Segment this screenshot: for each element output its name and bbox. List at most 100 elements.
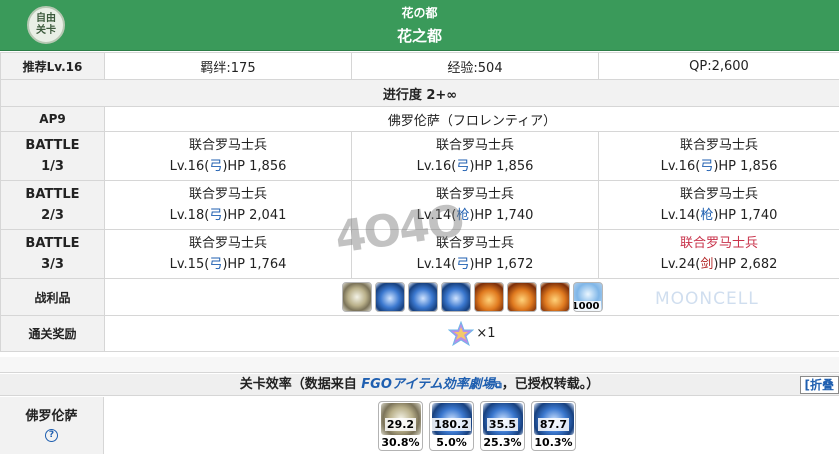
battle-row: BATTLE 3/3 联合罗马士兵 Lv.15(弓)HP 1,764 联合罗马士… <box>0 229 839 279</box>
enemy-class-link[interactable]: 弓 <box>209 257 222 272</box>
battle-label-top: BATTLE <box>25 138 80 153</box>
enemy-stats: Lv.16(弓)HP 1,856 <box>599 156 839 177</box>
enemy-level: Lv.24( <box>660 257 701 272</box>
enemy-hp: )HP 1,856 <box>222 159 287 174</box>
qp-count: 1000 <box>572 301 601 312</box>
clear-reward-row: 通关奖励 ×1 <box>0 315 839 352</box>
progress-row: 进行度 2+∞ <box>0 79 839 107</box>
enemy-level: Lv.14( <box>416 257 457 272</box>
enemy-level: Lv.14( <box>660 208 701 223</box>
saint-quartz-icon[interactable] <box>448 320 475 347</box>
disk-icon[interactable] <box>341 282 372 312</box>
enemy-level: Lv.14( <box>416 208 457 223</box>
enemy-stats: Lv.18(弓)HP 2,041 <box>105 205 351 226</box>
location-name: 佛罗伦萨（フロレンティア） <box>104 106 839 132</box>
battle-label: BATTLE 2/3 <box>0 180 105 230</box>
enemy-cell: 联合罗马士兵 Lv.14(枪)HP 1,740 <box>598 180 839 230</box>
enemy-stats: Lv.14(枪)HP 1,740 <box>599 205 839 226</box>
enemy-hp: )HP 1,856 <box>713 159 778 174</box>
efficiency-card[interactable]: 87.7 10.3% <box>531 401 576 451</box>
enemy-stats: Lv.14(弓)HP 1,672 <box>352 254 598 275</box>
enemy-cell: 联合罗马士兵 Lv.16(弓)HP 1,856 <box>104 131 352 181</box>
enemy-name: 联合罗马士兵 <box>679 187 758 202</box>
enemy-cell: 联合罗马士兵 Lv.24(剑)HP 2,682 <box>598 229 839 279</box>
efficiency-card[interactable]: 29.2 30.8% <box>378 401 423 451</box>
enemy-class-link[interactable]: 枪 <box>456 208 469 223</box>
efficiency-source-link[interactable]: FGOアイテム効率劇場 <box>361 377 494 392</box>
quest-subtitle: 花の都 <box>401 6 438 20</box>
enemy-class-link[interactable]: 剑 <box>700 257 713 272</box>
efficiency-location: 佛罗伦萨 ? <box>0 397 104 454</box>
enemy-hp: )HP 1,740 <box>713 208 778 223</box>
loot-list: 1000 <box>105 282 839 312</box>
battle-label-top: BATTLE <box>25 187 80 202</box>
enemy-class-link[interactable]: 弓 <box>700 159 713 174</box>
enemy-level: Lv.16( <box>169 159 210 174</box>
battle-label-wave: 2/3 <box>41 208 64 223</box>
enemy-class-link[interactable]: 枪 <box>700 208 713 223</box>
quest-title: 花之都 <box>396 27 442 45</box>
enemy-level: Lv.16( <box>416 159 457 174</box>
ap-row: AP9 佛罗伦萨（フロレンティア） <box>0 106 839 132</box>
external-link-icon: ⧉ <box>494 380 502 391</box>
enemy-cell: 联合罗马士兵 Lv.14(弓)HP 1,672 <box>351 229 599 279</box>
enemy-stats: Lv.16(弓)HP 1,856 <box>105 156 351 177</box>
clear-reward-count: ×1 <box>476 326 496 341</box>
quest-header: 自由 关卡 花の都 花之都 <box>0 0 839 51</box>
clear-reward-label: 通关奖励 <box>0 315 105 352</box>
battle-label: BATTLE 1/3 <box>0 131 105 181</box>
enemy-class-link[interactable]: 弓 <box>456 159 469 174</box>
battle-label: BATTLE 3/3 <box>0 229 105 279</box>
ap-cost: AP9 <box>0 106 105 132</box>
enemy-name: 联合罗马士兵 <box>435 236 514 251</box>
enemy-class-link[interactable]: 弓 <box>209 159 222 174</box>
loot-label: 战利品 <box>0 278 105 316</box>
enemy-cell: 联合罗马士兵 Lv.14(枪)HP 1,740 <box>351 180 599 230</box>
enemy-hp: )HP 2,682 <box>713 257 778 272</box>
enemy-hp: )HP 1,856 <box>469 159 534 174</box>
enemy-stats: Lv.24(剑)HP 2,682 <box>599 254 839 275</box>
enemy-stats: Lv.14(枪)HP 1,740 <box>352 205 598 226</box>
enemy-cell: 联合罗马士兵 Lv.16(弓)HP 1,856 <box>351 131 599 181</box>
battle-row: BATTLE 2/3 联合罗马士兵 Lv.18(弓)HP 2,041 联合罗马士… <box>0 180 839 230</box>
fire-icon[interactable] <box>473 282 504 312</box>
enemy-name: 联合罗马士兵 <box>435 138 514 153</box>
recommend-row: 推荐Lv.16 羁绊:175 经验:504 QP:2,600 <box>0 52 839 80</box>
battle-label-wave: 1/3 <box>41 159 64 174</box>
bond-value: 羁绊:175 <box>104 52 352 80</box>
efficiency-card[interactable]: 180.2 5.0% <box>429 401 474 451</box>
battle-label-wave: 3/3 <box>41 257 64 272</box>
blue-gem-icon[interactable] <box>407 282 438 312</box>
help-icon[interactable]: ? <box>45 429 58 442</box>
efficiency-card[interactable]: 35.5 25.3% <box>480 401 525 451</box>
drop-rate: 25.3% <box>483 436 522 449</box>
battle-label-top: BATTLE <box>25 236 80 251</box>
drop-rate: 5.0% <box>436 436 467 449</box>
crystal-icon[interactable]: 1000 <box>572 282 603 312</box>
enemy-stats: Lv.15(弓)HP 1,764 <box>105 254 351 275</box>
ap-per-drop: 29.2 <box>384 418 417 431</box>
enemy-name: 联合罗马士兵 <box>188 138 267 153</box>
fire-icon[interactable] <box>506 282 537 312</box>
progress-label: 进行度 2+∞ <box>0 79 839 107</box>
enemy-name-highlighted: 联合罗马士兵 <box>679 236 758 251</box>
enemy-cell: 联合罗马士兵 Lv.18(弓)HP 2,041 <box>104 180 352 230</box>
enemy-name: 联合罗马士兵 <box>679 138 758 153</box>
enemy-hp: )HP 2,041 <box>222 208 287 223</box>
efficiency-items: 29.2 30.8% 180.2 5.0% 35.5 25.3% 87.7 10… <box>378 401 576 451</box>
enemy-hp: )HP 1,764 <box>222 257 287 272</box>
efficiency-title-suffix: ，已授权转载。） <box>501 377 600 392</box>
blue-gem-icon[interactable] <box>374 282 405 312</box>
enemy-hp: )HP 1,672 <box>469 257 534 272</box>
enemy-level: Lv.18( <box>169 208 210 223</box>
ap-per-drop: 180.2 <box>432 418 471 431</box>
battle-row: BATTLE 1/3 联合罗马士兵 Lv.16(弓)HP 1,856 联合罗马士… <box>0 131 839 181</box>
enemy-class-link[interactable]: 弓 <box>456 257 469 272</box>
fire-icon[interactable] <box>539 282 570 312</box>
enemy-class-link[interactable]: 弓 <box>209 208 222 223</box>
recommend-level: 推荐Lv.16 <box>0 52 105 80</box>
enemy-stats: Lv.16(弓)HP 1,856 <box>352 156 598 177</box>
collapse-toggle[interactable]: [折叠 <box>799 376 839 394</box>
efficiency-title-prefix: 关卡效率（数据来自 <box>239 377 362 392</box>
blue-gem-icon[interactable] <box>440 282 471 312</box>
